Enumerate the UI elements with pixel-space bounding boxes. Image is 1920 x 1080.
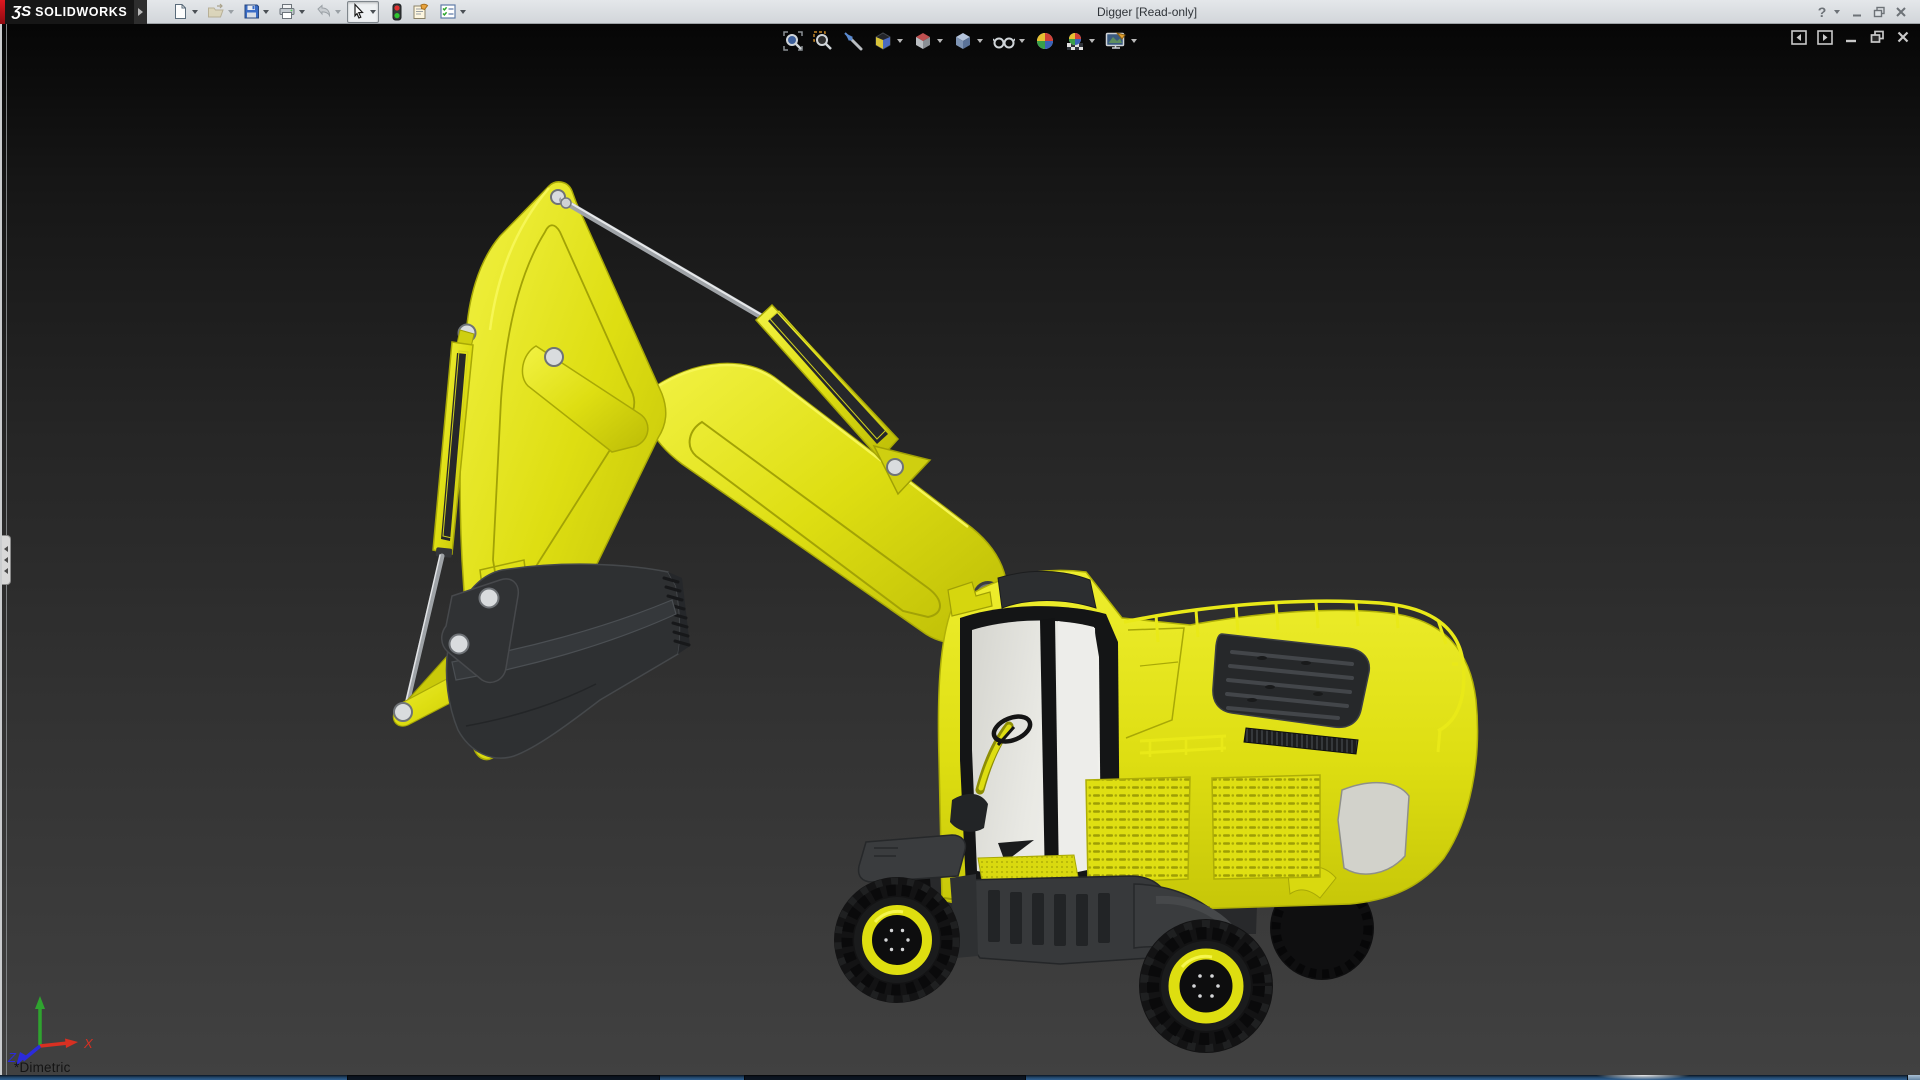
print-icon [278, 3, 296, 20]
expand-left-pane-button[interactable] [1788, 28, 1810, 46]
document-window-controls [1784, 28, 1914, 46]
apply-scene-icon [1065, 31, 1085, 51]
doc-restore-button[interactable] [1866, 28, 1888, 46]
zoom-to-area-icon [813, 31, 833, 51]
solidworks-logo-mark: ƷS [12, 3, 31, 20]
solidworks-logo-text: SOLIDWORKS [35, 5, 127, 19]
graphics-viewport[interactable]: X Z *Dimetric [0, 24, 1920, 1075]
solidworks-app: ƷS SOLIDWORKS [0, 0, 1920, 1080]
triad-x-label: X [83, 1036, 94, 1051]
undo-button[interactable] [311, 1, 344, 23]
doc-close-icon [1896, 30, 1910, 44]
solidworks-logo: ƷS SOLIDWORKS [0, 0, 134, 24]
standard-toolbar [169, 0, 472, 24]
show-desktop-button[interactable] [1907, 1075, 1920, 1080]
display-style-icon [953, 31, 973, 51]
undo-dropdown-caret[interactable] [335, 10, 341, 14]
taskbar-highlight [1578, 1075, 1708, 1080]
options-icon [439, 3, 457, 20]
feature-tree-collapsed-tab[interactable] [2, 535, 11, 585]
rear-right-wheel [1139, 919, 1273, 1053]
save-dropdown-caret[interactable] [263, 10, 269, 14]
display-style-caret[interactable] [977, 39, 983, 43]
file-properties-button[interactable] [409, 1, 433, 23]
edit-appearance-icon [1035, 31, 1055, 51]
collapse-arrow-icon [4, 568, 8, 574]
view-orientation-button[interactable] [909, 29, 947, 53]
open-dropdown-caret[interactable] [228, 10, 234, 14]
display-style-button[interactable] [949, 29, 987, 53]
view-orientation-icon [913, 31, 933, 51]
rebuild-button[interactable] [388, 1, 406, 23]
open-file-button[interactable] [204, 1, 237, 23]
minimize-icon [1851, 6, 1863, 18]
section-view-icon [873, 31, 893, 51]
open-file-icon [207, 3, 225, 20]
flyout-arrow-icon [138, 8, 143, 16]
logo-red-stripe [0, 0, 5, 24]
doc-restore-icon [1870, 30, 1885, 44]
menu-flyout-arrow[interactable] [134, 0, 147, 24]
taskbar-edge[interactable] [0, 1075, 1920, 1080]
section-view-caret[interactable] [897, 39, 903, 43]
window-title: Digger [Read-only] [1097, 5, 1197, 19]
minimize-button[interactable] [1846, 1, 1868, 23]
select-cursor-icon [350, 3, 367, 20]
zoom-to-area-button[interactable] [809, 29, 837, 53]
select-tool-button[interactable] [347, 1, 379, 23]
rebuild-traffic-light-icon [391, 3, 403, 21]
view-orientation-label: *Dimetric [14, 1060, 71, 1075]
expand-right-pane-icon [1817, 30, 1833, 45]
excavator-model[interactable] [0, 24, 1920, 1075]
titlebar-controls: ? [1811, 0, 1912, 24]
hide-show-items-caret[interactable] [1019, 39, 1025, 43]
options-dropdown-caret[interactable] [460, 10, 466, 14]
zoom-to-fit-icon [783, 31, 803, 51]
view-settings-caret[interactable] [1131, 39, 1137, 43]
apply-scene-button[interactable] [1061, 29, 1099, 53]
expand-right-pane-button[interactable] [1814, 28, 1836, 46]
help-dropdown-caret[interactable] [1834, 10, 1840, 14]
edit-appearance-button[interactable] [1031, 29, 1059, 53]
restore-icon [1873, 6, 1886, 18]
doc-minimize-icon [1844, 30, 1858, 44]
taskbar-button[interactable] [744, 1075, 1026, 1080]
collapse-arrow-icon [4, 557, 8, 563]
new-file-icon [172, 3, 189, 20]
file-properties-icon [412, 3, 430, 20]
hide-show-items-icon [993, 31, 1015, 51]
doc-minimize-button[interactable] [1840, 28, 1862, 46]
view-orientation-caret[interactable] [937, 39, 943, 43]
front-left-wheel [834, 877, 960, 1003]
previous-view-button[interactable] [839, 29, 867, 53]
help-icon: ? [1818, 4, 1827, 20]
new-file-button[interactable] [169, 1, 201, 23]
previous-view-icon [843, 31, 863, 51]
hide-show-items-button[interactable] [989, 29, 1029, 53]
restore-button[interactable] [1868, 1, 1890, 23]
print-dropdown-caret[interactable] [299, 10, 305, 14]
taskbar-button[interactable] [347, 1075, 660, 1080]
heads-up-view-toolbar [778, 29, 1142, 53]
select-dropdown-caret[interactable] [370, 10, 376, 14]
close-icon [1895, 6, 1907, 18]
apply-scene-caret[interactable] [1089, 39, 1095, 43]
save-icon [243, 3, 260, 20]
view-settings-button[interactable] [1101, 29, 1141, 53]
section-view-button[interactable] [869, 29, 907, 53]
print-button[interactable] [275, 1, 308, 23]
expand-left-pane-icon [1791, 30, 1807, 45]
collapse-arrow-icon [4, 546, 8, 552]
view-settings-icon [1105, 31, 1127, 51]
close-button[interactable] [1890, 1, 1912, 23]
bucket [442, 564, 690, 758]
save-button[interactable] [240, 1, 272, 23]
zoom-to-fit-button[interactable] [779, 29, 807, 53]
title-bar: ƷS SOLIDWORKS [0, 0, 1920, 24]
undo-icon [314, 3, 332, 20]
doc-close-button[interactable] [1892, 28, 1914, 46]
options-button[interactable] [436, 1, 469, 23]
new-dropdown-caret[interactable] [192, 10, 198, 14]
help-button[interactable]: ? [1811, 1, 1833, 23]
